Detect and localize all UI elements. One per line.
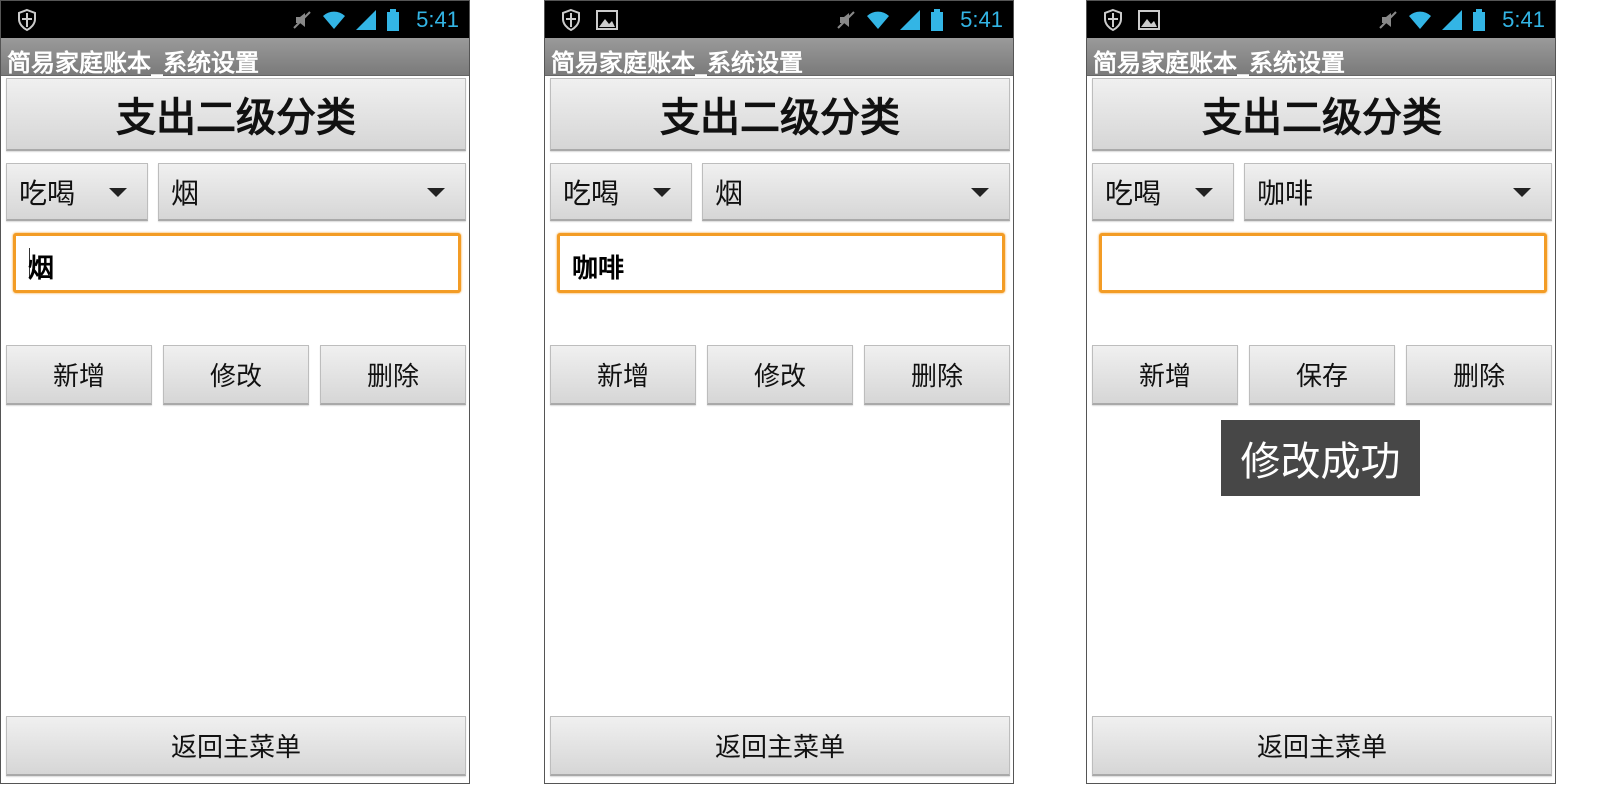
dropdown-arrow-icon bbox=[1195, 188, 1213, 197]
subcategory-spinner[interactable]: 烟 bbox=[158, 163, 466, 221]
mute-icon bbox=[837, 11, 855, 29]
status-time: 5:41 bbox=[1502, 7, 1545, 32]
subcategory-spinner[interactable]: 烟 bbox=[702, 163, 1010, 221]
add-button[interactable]: 新增 bbox=[550, 345, 696, 405]
battery-icon bbox=[1473, 9, 1486, 31]
category-spinner[interactable]: 吃喝 bbox=[6, 163, 148, 221]
signal-icon bbox=[1442, 10, 1463, 30]
status-bar: 5:41 bbox=[1087, 1, 1555, 38]
dropdown-arrow-icon bbox=[427, 188, 445, 197]
image-icon bbox=[1138, 10, 1160, 30]
mute-icon bbox=[293, 11, 311, 29]
signal-icon bbox=[356, 10, 377, 30]
section-header-button[interactable]: 支出二级分类 bbox=[6, 78, 466, 151]
edit-button[interactable]: 修改 bbox=[163, 345, 309, 405]
delete-button[interactable]: 删除 bbox=[864, 345, 1010, 405]
add-button[interactable]: 新增 bbox=[1092, 345, 1238, 405]
shield-icon bbox=[562, 8, 580, 32]
status-time: 5:41 bbox=[416, 7, 459, 32]
wifi-icon bbox=[323, 11, 346, 29]
category-spinner-value: 吃喝 bbox=[1105, 176, 1162, 210]
status-bar: 5:41 bbox=[1, 1, 469, 38]
category-spinner[interactable]: 吃喝 bbox=[1092, 163, 1234, 221]
subcategory-spinner-value: 烟 bbox=[171, 176, 200, 210]
edit-button[interactable]: 修改 bbox=[707, 345, 853, 405]
subcategory-spinner-value: 烟 bbox=[715, 176, 744, 210]
status-time: 5:41 bbox=[960, 7, 1003, 32]
signal-icon bbox=[900, 10, 921, 30]
section-header-button[interactable]: 支出二级分类 bbox=[550, 78, 1010, 151]
dropdown-arrow-icon bbox=[109, 188, 127, 197]
subcategory-name-input[interactable]: 咖啡 bbox=[557, 233, 1005, 293]
title-bar: 简易家庭账本_系统设置 bbox=[1087, 38, 1555, 77]
subcategory-name-input[interactable]: 烟 bbox=[13, 233, 461, 293]
status-bar: 5:41 bbox=[545, 1, 1013, 38]
phone-screen-1: 5:41 简易家庭账本_系统设置 支出二级分类 吃喝 烟 烟 新增 修改 删除 … bbox=[0, 0, 470, 784]
app-title: 简易家庭账本_系统设置 bbox=[551, 49, 803, 77]
image-icon bbox=[596, 10, 618, 30]
app-title: 简易家庭账本_系统设置 bbox=[7, 49, 259, 77]
category-spinner-value: 吃喝 bbox=[563, 176, 620, 210]
input-value: 烟 bbox=[28, 254, 55, 284]
dropdown-arrow-icon bbox=[1513, 188, 1531, 197]
delete-button[interactable]: 删除 bbox=[320, 345, 466, 405]
wifi-icon bbox=[1409, 11, 1432, 29]
title-bar: 简易家庭账本_系统设置 bbox=[1, 38, 469, 77]
subcategory-spinner[interactable]: 咖啡 bbox=[1244, 163, 1552, 221]
battery-icon bbox=[931, 9, 944, 31]
section-header-button[interactable]: 支出二级分类 bbox=[1092, 78, 1552, 151]
add-button[interactable]: 新增 bbox=[6, 345, 152, 405]
shield-icon bbox=[1104, 8, 1122, 32]
save-button[interactable]: 保存 bbox=[1249, 345, 1395, 405]
wifi-icon bbox=[867, 11, 890, 29]
return-main-menu-button[interactable]: 返回主菜单 bbox=[550, 716, 1010, 776]
shield-icon bbox=[18, 8, 36, 32]
battery-icon bbox=[387, 9, 400, 31]
input-value: 咖啡 bbox=[572, 254, 625, 284]
title-bar: 简易家庭账本_系统设置 bbox=[545, 38, 1013, 77]
toast-message: 修改成功 bbox=[1221, 420, 1420, 496]
dropdown-arrow-icon bbox=[653, 188, 671, 197]
return-main-menu-button[interactable]: 返回主菜单 bbox=[1092, 716, 1552, 776]
dropdown-arrow-icon bbox=[971, 188, 989, 197]
app-title: 简易家庭账本_系统设置 bbox=[1093, 49, 1345, 77]
phone-screen-3: 5:41 简易家庭账本_系统设置 支出二级分类 吃喝 咖啡 新增 保存 删除 修… bbox=[1086, 0, 1556, 784]
subcategory-name-input[interactable] bbox=[1099, 233, 1547, 293]
return-main-menu-button[interactable]: 返回主菜单 bbox=[6, 716, 466, 776]
delete-button[interactable]: 删除 bbox=[1406, 345, 1552, 405]
category-spinner-value: 吃喝 bbox=[19, 176, 76, 210]
subcategory-spinner-value: 咖啡 bbox=[1257, 176, 1314, 210]
phone-screen-2: 5:41 简易家庭账本_系统设置 支出二级分类 吃喝 烟 咖啡 新增 修改 删除… bbox=[544, 0, 1014, 784]
category-spinner[interactable]: 吃喝 bbox=[550, 163, 692, 221]
mute-icon bbox=[1379, 11, 1397, 29]
